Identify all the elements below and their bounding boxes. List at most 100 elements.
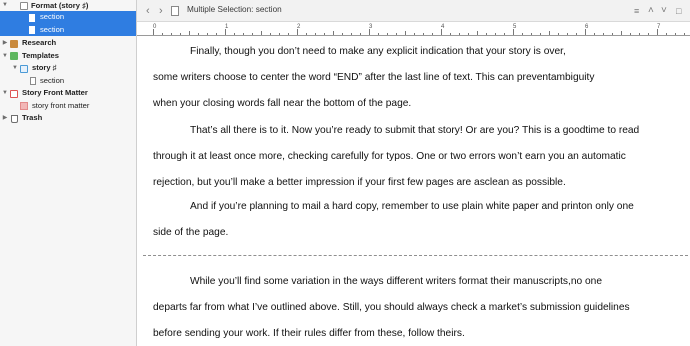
templates-folder-icon xyxy=(10,52,18,60)
text-line: departs far from what I’ve outlined abov… xyxy=(153,302,630,313)
ruler-tick xyxy=(387,33,388,35)
ruler-tick xyxy=(477,31,478,35)
disclosure-triangle-icon[interactable]: ▼ xyxy=(1,87,9,100)
ruler-tick xyxy=(324,33,325,35)
binder-item-front-matter-doc[interactable]: story front matter xyxy=(0,100,136,113)
ruler-tick xyxy=(252,33,253,35)
chevron-down-icon[interactable]: ˅ xyxy=(661,4,667,18)
header-title-value: section xyxy=(255,5,282,14)
ruler-tick xyxy=(423,33,424,35)
disclosure-triangle-icon[interactable]: ▼ xyxy=(1,0,9,11)
ruler-tick xyxy=(630,33,631,35)
menu-icon[interactable]: ≡ xyxy=(634,4,639,18)
ruler-tick xyxy=(621,31,622,35)
trash-icon xyxy=(11,114,18,123)
ruler-tick xyxy=(540,33,541,35)
ruler-tick xyxy=(297,29,298,35)
ruler-tick xyxy=(675,33,676,35)
binder-item-label: Format (story ♯) xyxy=(31,1,89,10)
ruler-tick xyxy=(612,33,613,35)
front-matter-document-icon xyxy=(20,102,28,110)
disclosure-triangle-icon[interactable]: ▼ xyxy=(11,62,19,75)
ruler-tick xyxy=(648,33,649,35)
multiple-documents-icon xyxy=(171,4,183,16)
back-arrow-icon[interactable]: ‹ xyxy=(146,4,150,18)
binder-item-label: story front matter xyxy=(32,100,90,110)
paragraph: While you’ll find some variation in the … xyxy=(153,269,681,346)
text-line: Finally, though you don’t need to make a… xyxy=(190,46,566,57)
story-template-icon xyxy=(20,64,28,73)
binder-item-label: story ♯ xyxy=(32,63,57,72)
ruler-tick xyxy=(189,31,190,35)
ruler-tick xyxy=(171,33,172,35)
ruler-tick xyxy=(432,33,433,35)
ruler-tick xyxy=(531,33,532,35)
binder-sidebar: ▼ Format (story ♯) section section ▶ Res… xyxy=(0,0,137,346)
research-folder-icon xyxy=(10,39,18,48)
ruler-tick xyxy=(558,33,559,35)
ruler-tick xyxy=(405,31,406,35)
ruler-tick xyxy=(450,33,451,35)
ruler-tick xyxy=(549,31,550,35)
text-line: some writers choose to center the word “… xyxy=(153,72,595,83)
paragraph: And if you’re planning to mail a hard co… xyxy=(153,194,681,246)
text-line: And if you’re planning to mail a hard co… xyxy=(190,201,634,212)
chevron-up-icon[interactable]: ˄ xyxy=(648,4,654,18)
binder-item-section[interactable]: section xyxy=(0,11,136,24)
header-title[interactable]: Multiple Selection: section xyxy=(187,5,282,14)
ruler-tick xyxy=(396,33,397,35)
paragraph: That’s all there is to it. Now you’re re… xyxy=(153,118,681,196)
ruler-tick xyxy=(306,33,307,35)
binder-item-templates[interactable]: ▼ Templates xyxy=(0,50,136,63)
ruler-tick xyxy=(504,33,505,35)
disclosure-triangle-icon[interactable]: ▼ xyxy=(1,50,9,63)
disclosure-triangle-icon[interactable]: ▶ xyxy=(1,112,9,125)
ruler-tick xyxy=(153,29,154,35)
ruler-tick xyxy=(351,33,352,35)
text-line: While you’ll find some variation in the … xyxy=(190,276,603,287)
text-line: through it at least once more, checking … xyxy=(153,151,626,162)
document-icon xyxy=(30,77,36,85)
ruler-tick xyxy=(666,33,667,35)
editor-text-area[interactable]: Finally, though you don’t need to make a… xyxy=(137,36,690,346)
ruler-tick xyxy=(261,31,262,35)
ruler-tick xyxy=(585,29,586,35)
text-line: side of the page. xyxy=(153,227,229,238)
ruler-tick xyxy=(333,31,334,35)
binder-item-label: Templates xyxy=(22,50,59,60)
ruler-tick xyxy=(513,29,514,35)
binder-item-label: section xyxy=(40,12,65,21)
ruler-tick xyxy=(495,33,496,35)
ruler-tick xyxy=(684,33,685,35)
editor-header: ‹ › Multiple Selection: section ≡ ˄ ˅ □ xyxy=(137,0,690,22)
ruler-tick xyxy=(603,33,604,35)
folder-icon xyxy=(20,2,28,10)
forward-arrow-icon[interactable]: › xyxy=(159,4,163,18)
ruler-tick xyxy=(180,33,181,35)
ruler-tick xyxy=(207,33,208,35)
ruler-tick xyxy=(216,33,217,35)
ruler-tick xyxy=(639,33,640,35)
ruler-tick xyxy=(594,33,595,35)
text-line: before sending your work. If their rules… xyxy=(153,328,465,339)
ruler-tick xyxy=(225,29,226,35)
binder-item-label: Trash xyxy=(22,113,43,122)
document-separator xyxy=(143,255,688,256)
ruler-tick xyxy=(342,33,343,35)
binder-item-format[interactable]: ▼ Format (story ♯) xyxy=(0,0,136,11)
binder-item-section[interactable]: section xyxy=(0,23,136,36)
ruler-tick xyxy=(270,33,271,35)
binder-item-story-front-matter[interactable]: ▼ Story Front Matter xyxy=(0,87,136,100)
ruler-tick xyxy=(234,33,235,35)
ruler[interactable]: 0 1 2 3 4 5 6 7 xyxy=(137,22,690,36)
ruler-tick xyxy=(468,33,469,35)
ruler-tick xyxy=(441,29,442,35)
binder-item-trash[interactable]: ▶ Trash xyxy=(0,112,136,125)
binder-item-research[interactable]: ▶ Research xyxy=(0,37,136,50)
disclosure-triangle-icon[interactable]: ▶ xyxy=(1,37,9,50)
ruler-tick xyxy=(414,33,415,35)
binder-item-story-template[interactable]: ▼ story ♯ xyxy=(0,62,136,75)
split-editor-icon[interactable]: □ xyxy=(676,4,681,18)
binder-item-label: section xyxy=(40,75,65,85)
binder-item-section[interactable]: section xyxy=(0,75,136,88)
